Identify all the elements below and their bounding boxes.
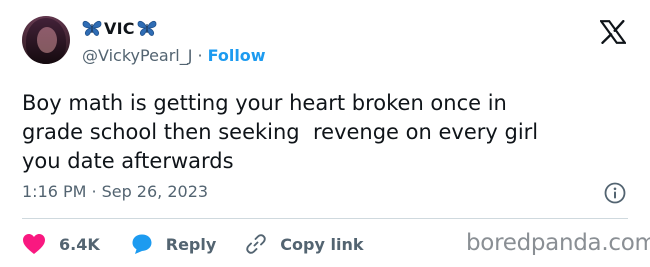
reply-button[interactable]: Reply bbox=[131, 233, 217, 255]
watermark: boredpanda.com bbox=[466, 230, 650, 256]
heart-icon bbox=[23, 234, 45, 254]
divider bbox=[22, 218, 628, 219]
tweet-text: Boy math is getting your heart broken on… bbox=[22, 91, 539, 173]
link-icon bbox=[246, 234, 267, 254]
display-name-row[interactable]: VIC bbox=[82, 17, 157, 39]
butterfly-icon bbox=[137, 20, 157, 36]
user-handle[interactable]: @VickyPearl_J bbox=[82, 46, 192, 65]
avatar-glow bbox=[22, 16, 70, 64]
info-icon[interactable] bbox=[604, 182, 626, 204]
like-count: 6.4K bbox=[59, 234, 100, 254]
reply-bubble-icon bbox=[132, 234, 152, 254]
display-name[interactable]: VIC bbox=[104, 19, 135, 38]
copy-link-label: Copy link bbox=[280, 234, 364, 254]
x-logo-icon[interactable] bbox=[600, 20, 626, 44]
separator-dot: · bbox=[91, 182, 97, 201]
tweet-time: 1:16 PM bbox=[22, 182, 87, 201]
copy-link-button[interactable]: Copy link bbox=[245, 233, 363, 255]
reply-label: Reply bbox=[165, 234, 217, 254]
avatar[interactable] bbox=[22, 16, 70, 64]
timestamp[interactable]: 1:16 PM · Sep 26, 2023 bbox=[22, 182, 208, 201]
tweet-card: VIC @VickyPearl_J · Follow Boy math is g… bbox=[0, 0, 650, 267]
like-button[interactable]: 6.4K bbox=[22, 233, 100, 255]
separator-dot: · bbox=[197, 46, 203, 65]
butterfly-icon bbox=[82, 20, 102, 36]
tweet-date: Sep 26, 2023 bbox=[101, 182, 209, 201]
handle-row: @VickyPearl_J · Follow bbox=[82, 46, 266, 65]
follow-button[interactable]: Follow bbox=[208, 46, 266, 65]
action-bar: 6.4K Reply Copy link bbox=[22, 232, 363, 256]
